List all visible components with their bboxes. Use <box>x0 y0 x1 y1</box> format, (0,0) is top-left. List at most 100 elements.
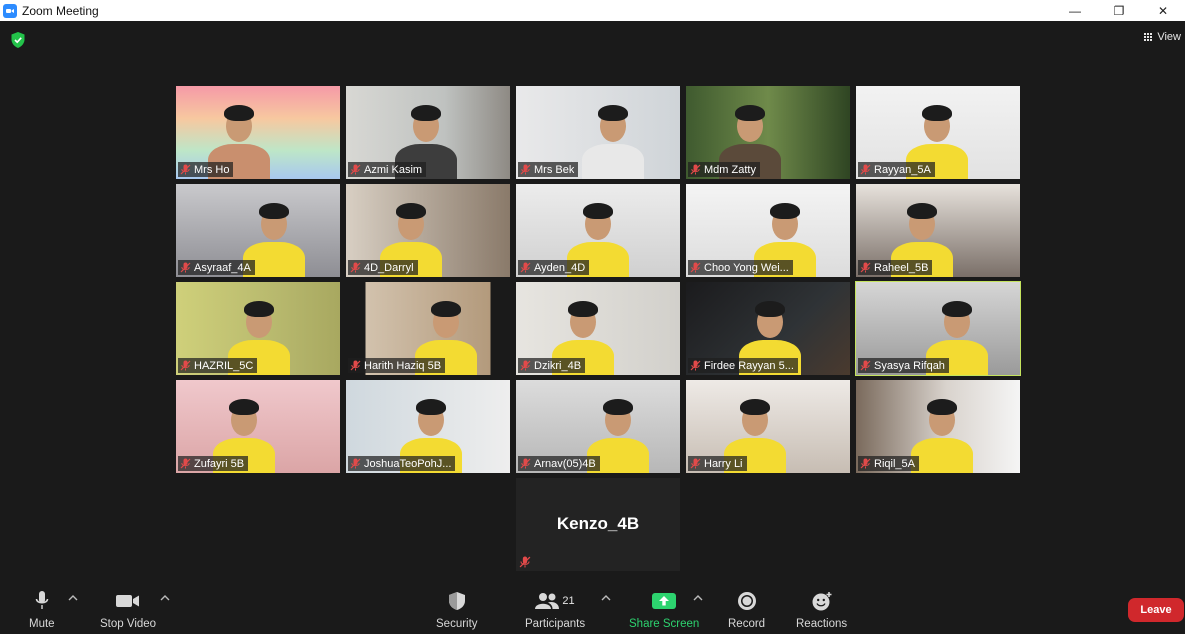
record-button[interactable]: Record <box>728 589 765 630</box>
stop-video-button[interactable]: Stop Video <box>100 589 156 630</box>
participant-name-bar: Arnav(05)4B <box>518 456 600 471</box>
participant-name: Syasya Rifqah <box>874 359 945 372</box>
participant-video-tile[interactable]: 4D_Darryl <box>346 184 510 277</box>
participant-hair <box>583 203 613 219</box>
participant-video-tile[interactable]: Firdee Rayyan 5... <box>686 282 850 375</box>
security-button[interactable]: Security <box>436 589 478 630</box>
encryption-shield-icon[interactable] <box>11 32 25 48</box>
participant-hair <box>770 203 800 219</box>
participant-video-tile[interactable]: Raheel_5B <box>856 184 1020 277</box>
participant-name: Harith Haziq 5B <box>364 359 442 372</box>
participant-name-bar: Mdm Zatty <box>688 162 760 177</box>
participant-hair <box>568 301 598 317</box>
close-button[interactable]: ✕ <box>1141 0 1185 21</box>
participant-video-tile[interactable]: Mrs Ho <box>176 86 340 179</box>
title-bar: Zoom Meeting — ❐ ✕ <box>0 0 1185 21</box>
mic-muted-icon <box>180 458 191 469</box>
participant-video-tile[interactable]: Harith Haziq 5B <box>346 282 510 375</box>
reactions-button[interactable]: Reactions <box>796 589 847 630</box>
mute-button[interactable]: Mute <box>29 589 55 630</box>
participant-video-tile[interactable]: Arnav(05)4B <box>516 380 680 473</box>
participant-video-tile[interactable]: Azmi Kasim <box>346 86 510 179</box>
participants-label: Participants <box>525 618 586 630</box>
mic-muted-icon <box>690 458 701 469</box>
participant-video-tile[interactable]: Harry Li <box>686 380 850 473</box>
participant-name-bar: Zufayri 5B <box>178 456 249 471</box>
participant-name: Dzikri_4B <box>534 359 582 372</box>
video-camera-icon <box>115 589 141 613</box>
mic-muted-icon <box>350 262 361 273</box>
participant-name-bar: HAZRIL_5C <box>178 358 258 373</box>
participant-video-tile[interactable]: Riqil_5A <box>856 380 1020 473</box>
participant-video-tile[interactable]: Choo Yong Wei... <box>686 184 850 277</box>
participant-hair <box>922 105 952 121</box>
participant-name: Mdm Zatty <box>704 163 756 176</box>
participant-hair <box>259 203 289 219</box>
participant-name: Riqil_5A <box>874 457 915 470</box>
mic-muted-icon <box>519 556 531 568</box>
grid-view-icon <box>1144 32 1153 42</box>
minimize-button[interactable]: — <box>1053 0 1097 21</box>
participant-figure <box>582 144 644 179</box>
participant-hair <box>244 301 274 317</box>
participant-hair <box>229 399 259 415</box>
participant-name-bar: Raheel_5B <box>858 260 933 275</box>
mic-muted-icon <box>350 458 361 469</box>
mic-muted-icon <box>520 360 531 371</box>
participant-hair <box>598 105 628 121</box>
participant-hair <box>942 301 972 317</box>
participant-name: Choo Yong Wei... <box>704 261 789 274</box>
participant-name-bar: Firdee Rayyan 5... <box>688 358 798 373</box>
participant-name: Raheel_5B <box>874 261 929 274</box>
leave-button[interactable]: Leave <box>1128 598 1184 622</box>
participant-video-tile[interactable]: Kenzo_4B <box>516 478 680 571</box>
participant-video-tile[interactable]: Syasya Rifqah <box>855 281 1021 376</box>
audio-options-caret-icon[interactable] <box>67 593 79 603</box>
participant-name-bar: Dzikri_4B <box>518 358 586 373</box>
microphone-icon <box>35 589 49 613</box>
participant-hair <box>603 399 633 415</box>
mic-muted-icon <box>860 164 871 175</box>
record-icon <box>737 589 757 613</box>
participant-name: Azmi Kasim <box>364 163 423 176</box>
participant-video-tile[interactable]: Dzikri_4B <box>516 282 680 375</box>
participant-name-bar: Riqil_5A <box>858 456 919 471</box>
participant-video-tile[interactable]: Ayden_4D <box>516 184 680 277</box>
participant-name: HAZRIL_5C <box>194 359 254 372</box>
share-screen-icon <box>652 589 677 613</box>
participant-hair <box>927 399 957 415</box>
participant-hair <box>740 399 770 415</box>
participant-name: Asyraaf_4A <box>194 261 251 274</box>
participant-name: Firdee Rayyan 5... <box>704 359 794 372</box>
participant-video-tile[interactable]: Zufayri 5B <box>176 380 340 473</box>
participant-video-tile[interactable]: Mrs Bek <box>516 86 680 179</box>
share-screen-label: Share Screen <box>629 618 700 630</box>
maximize-button[interactable]: ❐ <box>1097 0 1141 21</box>
participant-name: Ayden_4D <box>534 261 586 274</box>
mic-muted-icon <box>860 458 871 469</box>
security-label: Security <box>436 618 478 630</box>
view-label: View <box>1157 31 1181 43</box>
mic-muted-icon <box>690 164 701 175</box>
participants-button[interactable]: 21 Participants <box>525 589 585 630</box>
participant-hair <box>735 105 765 121</box>
video-options-caret-icon[interactable] <box>159 593 171 603</box>
participant-video-tile[interactable]: Rayyan_5A <box>856 86 1020 179</box>
share-screen-button[interactable]: Share Screen <box>629 589 699 630</box>
record-label: Record <box>728 618 766 630</box>
mic-muted-icon <box>520 164 531 175</box>
mic-muted-icon <box>180 360 191 371</box>
participant-name: Zufayri 5B <box>194 457 245 470</box>
mic-muted-icon <box>180 262 191 273</box>
participants-icon <box>535 593 560 609</box>
participant-video-tile[interactable]: Mdm Zatty <box>686 86 850 179</box>
share-options-caret-icon[interactable] <box>692 593 704 603</box>
participant-video-tile[interactable]: Asyraaf_4A <box>176 184 340 277</box>
view-button[interactable]: View <box>1144 31 1181 43</box>
participant-name-bar: Harith Haziq 5B <box>348 358 446 373</box>
participant-hair <box>416 399 446 415</box>
participants-options-caret-icon[interactable] <box>600 593 612 603</box>
participant-video-tile[interactable]: JoshuaTeoPohJ... <box>346 380 510 473</box>
participant-hair <box>396 203 426 219</box>
participant-video-tile[interactable]: HAZRIL_5C <box>176 282 340 375</box>
